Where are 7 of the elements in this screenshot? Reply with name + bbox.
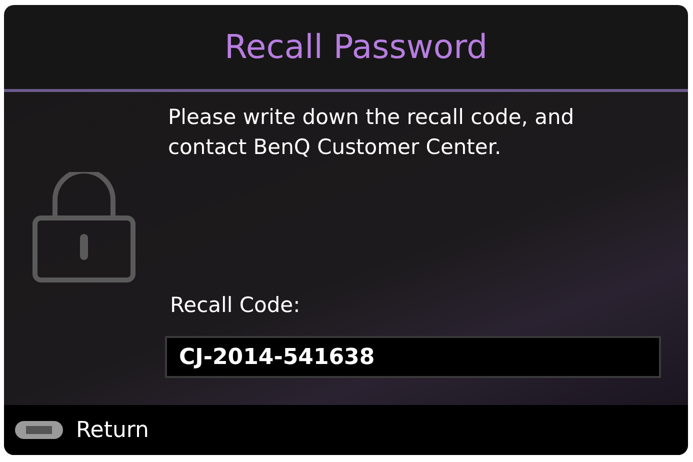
back-key-icon [14, 419, 64, 441]
return-hint: Return [76, 416, 150, 444]
recall-code-label: Recall Code: [170, 292, 300, 319]
dialog-title: Recall Password [223, 26, 488, 68]
lock-icon [31, 172, 137, 284]
recall-code-field: CJ-2014-541638 [165, 336, 661, 378]
instruction-text: Please write down the recall code, and contact BenQ Customer Center. [168, 104, 576, 161]
